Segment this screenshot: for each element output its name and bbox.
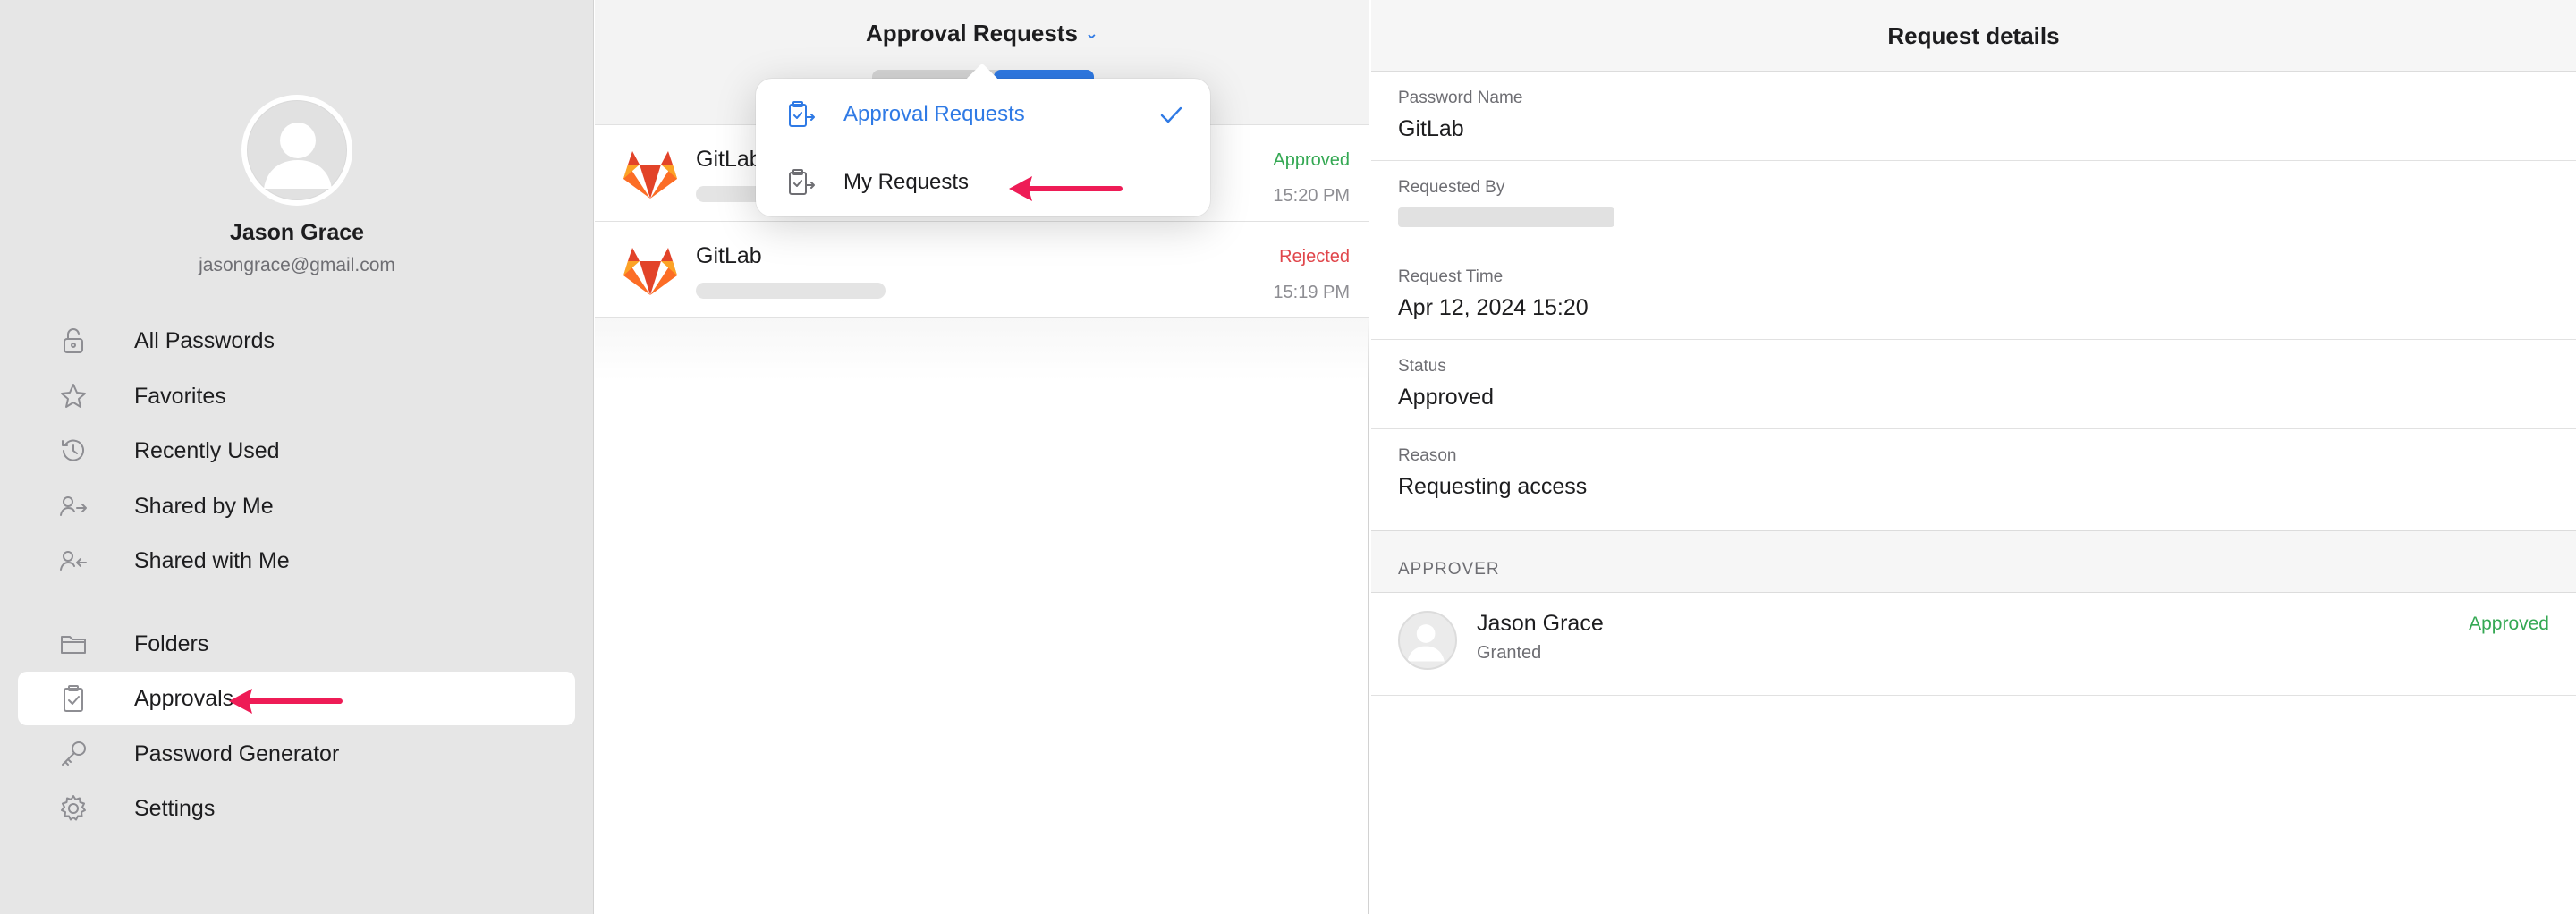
approver-row: Jason Grace Granted Approved: [1371, 593, 2576, 696]
view-switcher[interactable]: Approval Requests ⌄: [595, 20, 1369, 47]
approver-section-header: APPROVER: [1371, 530, 2576, 593]
field-label: Requested By: [1398, 178, 1505, 197]
menu-item-label: Approval Requests: [843, 102, 1025, 126]
annotation-arrow-icon: [229, 689, 343, 714]
profile-name: Jason Grace: [229, 220, 365, 245]
sidebar-item-folders[interactable]: Folders: [18, 617, 575, 671]
share-in-icon: [55, 543, 91, 579]
gitlab-logo-icon: [623, 248, 677, 295]
sidebar-item-shared-by-me[interactable]: Shared by Me: [18, 479, 575, 533]
field-reason: Reason Requesting access: [1371, 429, 2576, 530]
sidebar-item-shared-with-me[interactable]: Shared with Me: [18, 534, 575, 588]
redacted-text: [1398, 207, 1614, 227]
sidebar-item-label: Shared with Me: [134, 547, 290, 573]
sidebar-item-recently-used[interactable]: Recently Used: [18, 424, 575, 478]
avatar: [1398, 611, 1457, 670]
sidebar-item-label: Password Generator: [134, 741, 340, 766]
details-title: Request details: [1371, 0, 2576, 72]
annotation-arrow-icon: [1009, 176, 1123, 201]
history-icon: [55, 433, 91, 469]
request-details-pane: Request details Password Name GitLab Req…: [1371, 0, 2576, 914]
sidebar-item-label: All Passwords: [134, 327, 275, 353]
sidebar: Jason Grace jasongrace@gmail.com All Pas…: [0, 0, 594, 914]
field-status: Status Approved: [1371, 340, 2576, 429]
field-request-time: Request Time Apr 12, 2024 15:20: [1371, 250, 2576, 340]
person-icon: [264, 123, 332, 189]
sidebar-item-label: Favorites: [134, 383, 226, 409]
status-badge: Rejected: [1279, 247, 1350, 267]
profile-card: Jason Grace jasongrace@gmail.com: [0, 95, 594, 276]
sidebar-item-all-passwords[interactable]: All Passwords: [18, 314, 575, 368]
sidebar-item-settings[interactable]: Settings: [18, 782, 575, 835]
sidebar-item-favorites[interactable]: Favorites: [18, 369, 575, 423]
item-title: GitLab: [696, 147, 762, 172]
sidebar-item-label: Settings: [134, 795, 216, 821]
clipboard-share-icon: [784, 166, 817, 199]
field-label: Request Time: [1398, 267, 1504, 286]
sidebar-item-label: Approvals: [134, 685, 234, 711]
field-value: Apr 12, 2024 15:20: [1398, 295, 1589, 320]
gear-icon: [55, 791, 91, 826]
field-requested-by: Requested By: [1371, 161, 2576, 250]
menu-item-my-requests[interactable]: My Requests: [756, 148, 1210, 216]
list-title: Approval Requests: [865, 20, 1078, 47]
view-dropdown-menu: Approval Requests My Requests: [756, 63, 1210, 216]
key-icon: [55, 736, 91, 772]
clipboard-check-icon: [55, 681, 91, 716]
item-title: GitLab: [696, 243, 762, 268]
avatar[interactable]: [242, 95, 352, 206]
checkmark-icon: [1160, 106, 1182, 123]
star-icon: [55, 378, 91, 414]
item-time: 15:19 PM: [1273, 283, 1350, 302]
sidebar-item-password-generator[interactable]: Password Generator: [18, 727, 575, 781]
approver-sub: Granted: [1477, 643, 1542, 663]
clipboard-share-icon: [784, 98, 817, 131]
list-fade: [595, 318, 1369, 381]
section-title: APPROVER: [1398, 560, 1500, 579]
chevron-down-icon: ⌄: [1084, 24, 1099, 42]
field-label: Status: [1398, 357, 1446, 376]
redacted-text: [696, 283, 886, 299]
sidebar-item-label: Recently Used: [134, 437, 280, 463]
field-label: Reason: [1398, 446, 1457, 465]
gitlab-logo-icon: [623, 151, 677, 199]
approver-name: Jason Grace: [1477, 611, 1604, 636]
field-label: Password Name: [1398, 89, 1523, 107]
field-value: Approved: [1398, 385, 1495, 410]
sidebar-item-label: Shared by Me: [134, 493, 274, 519]
folder-icon: [55, 626, 91, 662]
lock-icon: [55, 323, 91, 359]
profile-email: jasongrace@gmail.com: [199, 255, 395, 275]
field-value: GitLab: [1398, 116, 1464, 141]
status-badge: Approved: [2469, 614, 2549, 634]
field-value: Requesting access: [1398, 474, 1588, 499]
item-time: 15:20 PM: [1273, 186, 1350, 206]
list-item[interactable]: GitLab Rejected 15:19 PM: [595, 222, 1369, 318]
field-password-name: Password Name GitLab: [1371, 72, 2576, 161]
menu-item-label: My Requests: [843, 170, 970, 194]
person-icon: [1407, 624, 1445, 662]
sidebar-item-label: Folders: [134, 630, 209, 656]
share-out-icon: [55, 488, 91, 524]
menu-item-approval-requests[interactable]: Approval Requests: [756, 80, 1210, 148]
status-badge: Approved: [1273, 150, 1350, 170]
